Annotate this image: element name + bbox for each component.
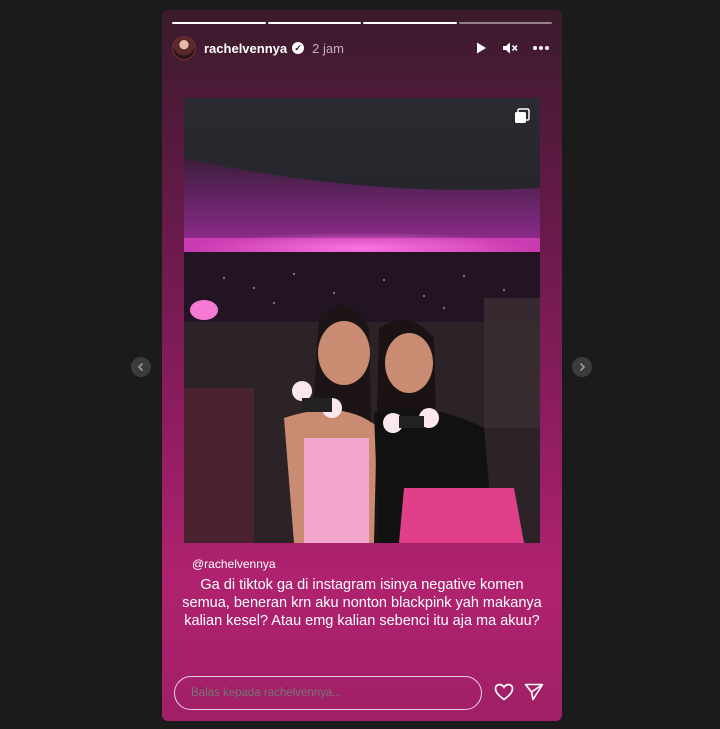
story-viewer[interactable]: rachelvennya ✓ 2 jam @rachelvennya Ga di… <box>162 10 562 721</box>
progress-segment <box>458 22 552 24</box>
progress-segment <box>267 22 361 24</box>
story-header: rachelvennya ✓ 2 jam <box>172 36 550 60</box>
story-progress-bar <box>172 22 552 24</box>
reply-input[interactable] <box>174 676 482 710</box>
mention-sticker[interactable]: @rachelvennya <box>192 557 276 571</box>
verified-badge-icon: ✓ <box>292 42 305 54</box>
progress-segment <box>363 22 457 24</box>
multiple-media-icon <box>515 108 530 123</box>
story-caption: Ga di tiktok ga di instagram isinya nega… <box>182 577 542 629</box>
next-story-button[interactable] <box>572 357 592 377</box>
chevron-right-icon <box>579 362 586 372</box>
send-icon[interactable] <box>524 683 544 701</box>
mute-icon[interactable] <box>502 41 518 55</box>
username-link[interactable]: rachelvennya <box>204 41 287 56</box>
avatar[interactable] <box>172 36 196 60</box>
concert-photo-illustration <box>184 98 540 543</box>
previous-story-button[interactable] <box>131 357 151 377</box>
chevron-left-icon <box>137 362 144 372</box>
heart-icon[interactable] <box>494 683 514 701</box>
progress-segment <box>172 22 266 24</box>
more-icon[interactable] <box>532 41 550 55</box>
timestamp: 2 jam <box>312 40 344 56</box>
story-photo <box>184 98 540 543</box>
play-icon[interactable] <box>474 41 488 55</box>
